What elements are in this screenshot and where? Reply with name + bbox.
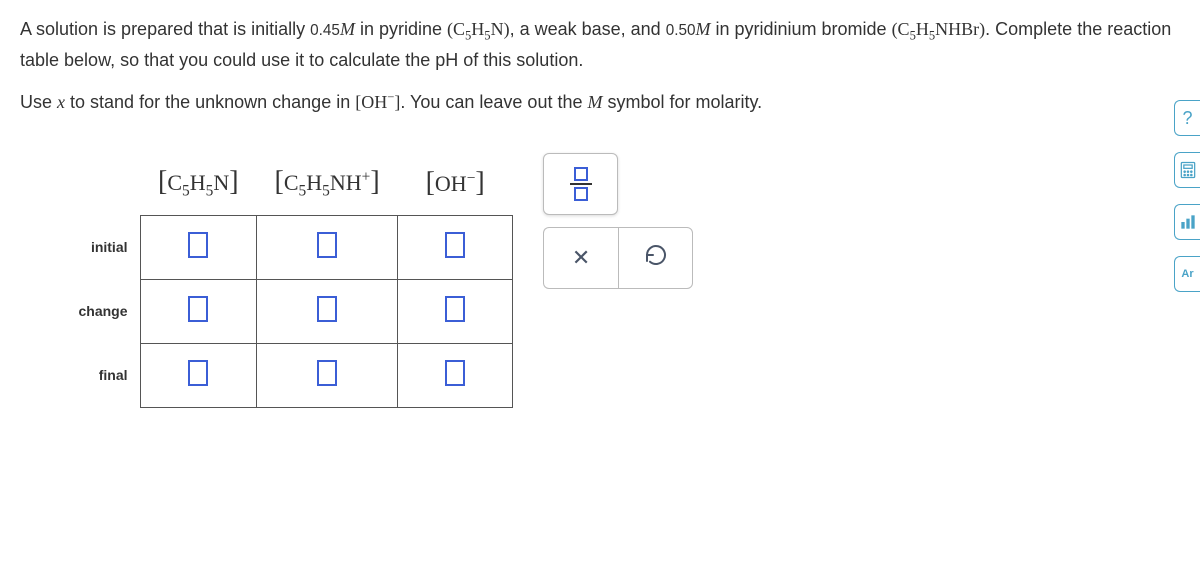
clear-button[interactable]: ✕ — [543, 227, 618, 289]
question-mark-icon: ? — [1182, 108, 1192, 129]
cell-change-pyridinium[interactable] — [257, 279, 398, 343]
concentration-1: 0.45 — [310, 22, 340, 39]
formula-pyridine: (C5H5N) — [447, 19, 510, 39]
unit-molarity: M — [587, 92, 602, 112]
row-label-initial: initial — [65, 215, 140, 279]
tool-panel: ✕ — [543, 153, 693, 289]
col-header-hydroxide: [OH−] — [398, 151, 513, 215]
text-fragment: in pyridine — [355, 19, 447, 39]
input-box[interactable] — [445, 232, 465, 258]
text-fragment: , a weak base, and — [510, 19, 666, 39]
input-box[interactable] — [188, 360, 208, 386]
help-button[interactable]: ? — [1174, 100, 1200, 136]
cell-final-hydroxide[interactable] — [398, 343, 513, 407]
input-box[interactable] — [317, 360, 337, 386]
text-fragment: symbol for molarity. — [602, 92, 762, 112]
text-fragment: to stand for the unknown change in — [65, 92, 355, 112]
cell-change-hydroxide[interactable] — [398, 279, 513, 343]
fraction-icon — [570, 165, 592, 203]
cell-initial-pyridinium[interactable] — [257, 215, 398, 279]
corner-empty — [65, 151, 140, 215]
calculator-button[interactable] — [1174, 152, 1200, 188]
row-label-final: final — [65, 343, 140, 407]
right-sidebar: ? Ar — [1160, 100, 1200, 292]
species-oh: [OH−] — [355, 92, 400, 112]
input-box[interactable] — [445, 360, 465, 386]
question-paragraph-1: A solution is prepared that is initially… — [20, 15, 1180, 75]
text-fragment: A solution is prepared that is initially — [20, 19, 310, 39]
text-fragment: Use — [20, 92, 57, 112]
reaction-table: [C5H5N] [C5H5NH+] [OH−] initial change f… — [65, 151, 513, 408]
input-box[interactable] — [188, 296, 208, 322]
x-icon: ✕ — [572, 245, 590, 271]
fraction-button[interactable] — [543, 153, 618, 215]
text-fragment: . You can leave out the — [400, 92, 587, 112]
text-fragment: in pyridinium bromide — [710, 19, 891, 39]
concentration-2: 0.50 — [666, 22, 696, 39]
variable-x: x — [57, 92, 65, 112]
cell-initial-pyridine[interactable] — [140, 215, 257, 279]
row-label-change: change — [65, 279, 140, 343]
input-box[interactable] — [445, 296, 465, 322]
cell-final-pyridinium[interactable] — [257, 343, 398, 407]
input-box[interactable] — [188, 232, 208, 258]
cell-change-pyridine[interactable] — [140, 279, 257, 343]
input-box[interactable] — [317, 232, 337, 258]
calculator-icon — [1178, 160, 1198, 180]
question-paragraph-2: Use x to stand for the unknown change in… — [20, 87, 1180, 117]
unit-molarity: M — [695, 19, 710, 39]
periodic-table-button[interactable]: Ar — [1174, 256, 1200, 292]
formula-pyridinium-bromide: (C5H5NHBr) — [892, 19, 986, 39]
chart-button[interactable] — [1174, 204, 1200, 240]
bar-chart-icon — [1178, 212, 1198, 232]
cell-final-pyridine[interactable] — [140, 343, 257, 407]
undo-icon — [644, 243, 668, 273]
input-box[interactable] — [317, 296, 337, 322]
element-symbol: Ar — [1181, 268, 1193, 280]
col-header-pyridine: [C5H5N] — [140, 151, 257, 215]
unit-molarity: M — [340, 19, 355, 39]
cell-initial-hydroxide[interactable] — [398, 215, 513, 279]
col-header-pyridinium: [C5H5NH+] — [257, 151, 398, 215]
undo-button[interactable] — [618, 227, 693, 289]
